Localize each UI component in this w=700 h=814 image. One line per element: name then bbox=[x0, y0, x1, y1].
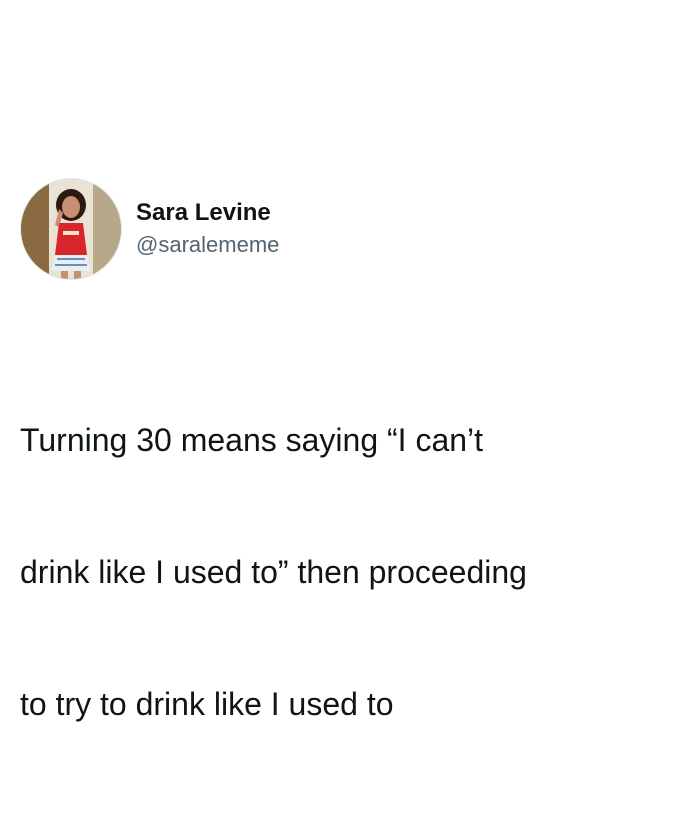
avatar[interactable] bbox=[20, 178, 122, 280]
tweet-header: Sara Levine @saralememe bbox=[20, 178, 279, 280]
tweet-text-line: Turning 30 means saying “I can’t bbox=[20, 422, 484, 458]
user-info: Sara Levine @saralememe bbox=[136, 198, 279, 260]
tweet-card: Sara Levine @saralememe Turning 30 means… bbox=[0, 0, 700, 722]
tweet-text-line: to try to drink like I used to bbox=[20, 686, 394, 722]
display-name[interactable]: Sara Levine bbox=[136, 198, 279, 228]
avatar-photo-icon bbox=[21, 179, 121, 279]
tweet-text: Turning 30 means saying “I can’t drink l… bbox=[20, 330, 680, 814]
user-handle[interactable]: @saralememe bbox=[136, 230, 279, 260]
tweet-text-line: drink like I used to” then proceeding bbox=[20, 554, 527, 590]
